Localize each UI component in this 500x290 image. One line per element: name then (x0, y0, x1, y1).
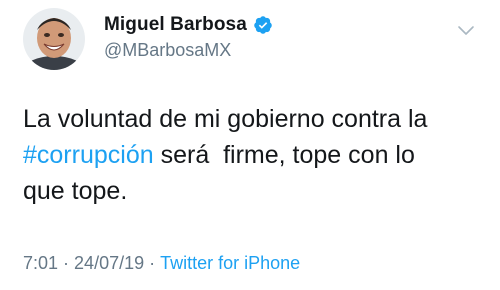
author-handle[interactable]: @MBarbosaMX (104, 40, 231, 61)
author-display-name[interactable]: Miguel Barbosa (104, 14, 247, 36)
chevron-down-icon[interactable] (457, 25, 475, 37)
author-name-row[interactable]: Miguel Barbosa (104, 12, 273, 38)
tweet-source-link[interactable]: Twitter for iPhone (160, 253, 300, 274)
hashtag-link[interactable]: #corrupción (23, 141, 154, 169)
meta-separator: · (58, 253, 75, 273)
avatar[interactable] (23, 8, 85, 70)
meta-separator: · (144, 253, 161, 273)
verified-badge-icon (253, 15, 273, 35)
tweet-date[interactable]: 24/07/19 (74, 253, 144, 274)
tweet-meta: 7:01 · 24/07/19 · Twitter for iPhone (23, 253, 300, 274)
avatar-image (23, 8, 85, 70)
tweet-time[interactable]: 7:01 (23, 253, 58, 274)
tweet-text: La voluntad de mi gobierno contra la #co… (23, 101, 483, 209)
tweet-text-part: La voluntad de mi gobierno contra la (23, 105, 428, 133)
tweet-card: Miguel Barbosa @MBarbosaMX La voluntad d… (0, 0, 500, 290)
